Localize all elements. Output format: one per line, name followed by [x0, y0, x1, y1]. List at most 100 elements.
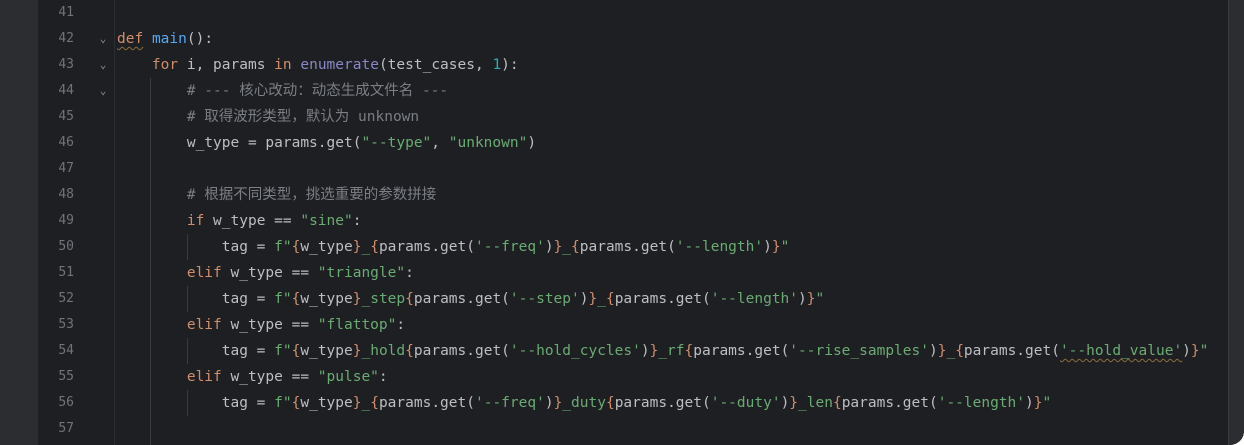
fold-chevron-icon[interactable]: ⌄ — [96, 52, 110, 78]
line-number: 47 — [58, 161, 74, 176]
code-line[interactable]: 43 ⌄ for i, params in enumerate(test_case… — [38, 52, 1228, 78]
code-text: w_type = params.get("--type", "unknown") — [117, 130, 536, 156]
code-token: { — [405, 291, 414, 307]
code-line[interactable]: 56 tag = f"{w_type}_{params.get('--freq'… — [38, 390, 1228, 416]
code-text: tag = f"{w_type}_hold{params.get('--hold… — [117, 338, 1209, 364]
code-token: _ — [562, 239, 572, 255]
code-line[interactable]: 44 ⌄ # --- 核心改动：动态生成文件名 --- — [38, 78, 1228, 104]
code-token: "--type" — [361, 135, 432, 151]
code-line[interactable]: 54 tag = f"{w_type}_hold{params.get('--h… — [38, 338, 1228, 364]
code-token: " — [780, 239, 790, 255]
code-token: params.get( — [693, 343, 790, 359]
code-line[interactable]: 52 tag = f"{w_type}_step{params.get('--s… — [38, 286, 1228, 312]
line-number: 55 — [58, 369, 74, 384]
code-token: ) — [640, 343, 650, 359]
line-number: 46 — [58, 135, 74, 150]
code-line[interactable]: 57 — [38, 416, 1228, 442]
code-token: elif — [186, 317, 222, 333]
code-line[interactable]: 51 elif w_type == "triangle": — [38, 260, 1228, 286]
code-text: for i, params in enumerate(test_cases, 1… — [117, 52, 519, 78]
code-token: { — [370, 395, 379, 411]
code-token: ) — [1025, 395, 1034, 411]
code-line[interactable]: 55 elif w_type == "pulse": — [38, 364, 1228, 390]
line-number: 48 — [58, 187, 74, 202]
code-token: params.get( — [413, 291, 510, 307]
code-text: elif w_type == "pulse": — [117, 364, 388, 390]
code-text: elif w_type == "triangle": — [117, 260, 414, 286]
code-token: tag = — [221, 395, 275, 411]
code-token: : — [378, 369, 388, 385]
line-number: 56 — [58, 395, 74, 410]
code-token: w_type = params.get( — [186, 135, 362, 151]
code-token: params.get( — [378, 239, 475, 255]
code-token: _ — [946, 343, 956, 359]
fold-chevron-icon[interactable]: ⌄ — [96, 26, 110, 52]
tool-window-strip — [0, 0, 38, 445]
code-token: '--length' — [710, 291, 799, 307]
code-token: w_type — [300, 395, 353, 411]
code-token: " — [815, 291, 825, 307]
code-token: } — [1190, 343, 1200, 359]
code-token: "sine" — [300, 213, 353, 229]
code-token: if — [186, 213, 205, 229]
code-token: '--step' — [509, 291, 580, 307]
code-token: # 根据不同类型，挑选重要的参数拼接 — [186, 187, 437, 203]
code-token: ) — [763, 239, 772, 255]
code-token: params.get( — [963, 343, 1060, 359]
code-text: if w_type == "sine": — [117, 208, 362, 234]
code-text: # --- 核心改动：动态生成文件名 --- — [117, 78, 448, 104]
code-token: i, params — [178, 57, 275, 73]
code-token: '--length' — [937, 395, 1026, 411]
code-line[interactable]: 53 elif w_type == "flattop": — [38, 312, 1228, 338]
code-token: w_type == — [221, 265, 318, 281]
code-token: } — [806, 291, 816, 307]
code-token: params.get( — [378, 395, 475, 411]
code-token: "flattop" — [317, 317, 397, 333]
code-token: (test_cases, — [378, 57, 493, 73]
code-line[interactable]: 47 — [38, 156, 1228, 182]
code-token: "unknown" — [448, 135, 528, 151]
code-token: in — [274, 57, 292, 73]
code-editor[interactable]: 41 42 ⌄ def main(): 43 ⌄ for i, params in enu… — [0, 0, 1244, 445]
code-token: { — [832, 395, 842, 411]
code-line[interactable]: 49 if w_type == "sine": — [38, 208, 1228, 234]
code-token: params.get( — [614, 395, 711, 411]
code-token: } — [1033, 395, 1043, 411]
fold-chevron-icon[interactable]: ⌄ — [96, 78, 110, 104]
code-line[interactable]: 41 — [38, 0, 1228, 26]
code-token: _hold — [361, 343, 406, 359]
code-line[interactable]: 42 ⌄ def main(): — [38, 26, 1228, 52]
code-line[interactable]: 45 # 取得波形类型，默认为 unknown — [38, 104, 1228, 130]
line-number: 57 — [58, 421, 74, 436]
code-token: w_type — [300, 239, 353, 255]
code-token: ) — [1182, 343, 1191, 359]
code-token: } — [553, 395, 563, 411]
code-token: { — [605, 395, 615, 411]
code-token: params.get( — [841, 395, 938, 411]
code-token: '--duty' — [710, 395, 781, 411]
line-number: 52 — [58, 291, 74, 306]
code-token: params.get( — [579, 239, 676, 255]
code-token: } — [789, 395, 799, 411]
code-token: } — [588, 291, 598, 307]
code-token: 1 — [492, 57, 502, 73]
code-line[interactable]: 50 tag = f"{w_type}_{params.get('--freq'… — [38, 234, 1228, 260]
code-line[interactable]: 46 w_type = params.get("--type", "unknow… — [38, 130, 1228, 156]
code-line[interactable]: 48 # 根据不同类型，挑选重要的参数拼接 — [38, 182, 1228, 208]
editor-scrollbar[interactable] — [1228, 0, 1244, 445]
code-token: '--freq' — [474, 239, 545, 255]
code-token: _ — [361, 395, 371, 411]
code-token: _step — [361, 291, 406, 307]
line-number: 54 — [58, 343, 74, 358]
code-token: w_type == — [221, 369, 318, 385]
line-number: 43 — [58, 57, 74, 72]
code-token: w_type — [300, 291, 353, 307]
